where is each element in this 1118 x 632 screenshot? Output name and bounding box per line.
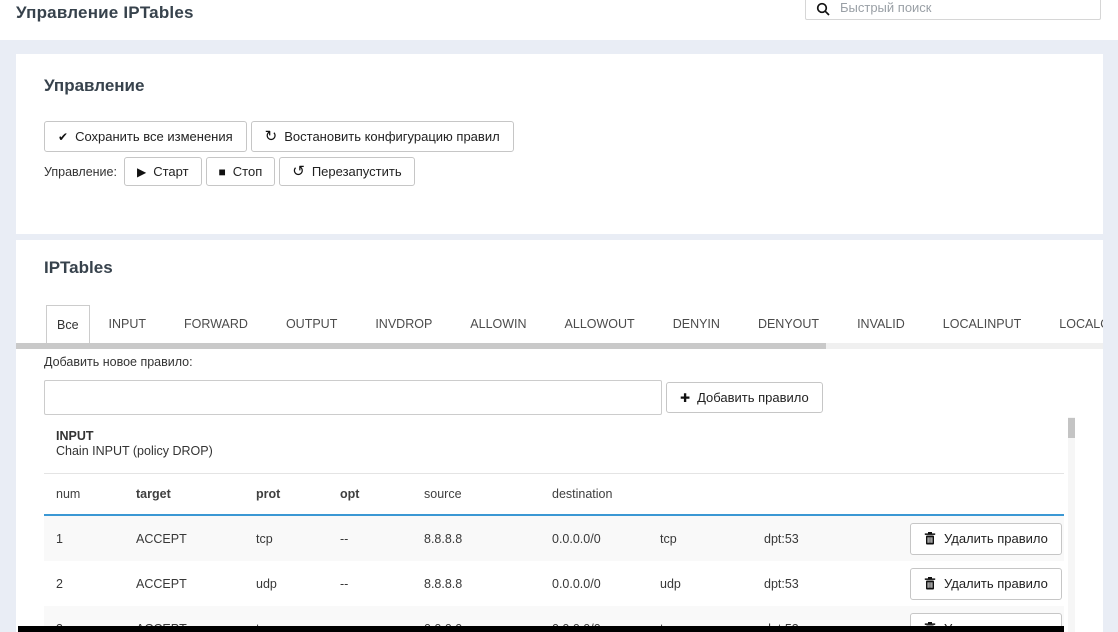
column-header-num: num: [44, 487, 124, 501]
tabs-scrollbar-thumb[interactable]: [16, 343, 826, 349]
restart-label: Перезапустить: [312, 164, 402, 179]
tab-все[interactable]: Все: [46, 305, 90, 343]
restore-config-button[interactable]: ↻ Востановить конфигурацию правил: [251, 121, 514, 152]
save-all-button[interactable]: ✔ Сохранить все изменения: [44, 121, 247, 152]
table-cell: 1: [44, 532, 124, 546]
delete-rule-label: Удалить правило: [944, 531, 1048, 546]
rules-table: numtargetprotoptsourcedestination 1ACCEP…: [44, 473, 1064, 632]
delete-rule-button[interactable]: Удалить правило: [910, 568, 1062, 600]
quick-search[interactable]: [805, 0, 1101, 20]
stop-label: Стоп: [233, 164, 262, 179]
management-actions: ✔ Сохранить все изменения ↻ Востановить …: [44, 121, 514, 152]
iptables-card: IPTables ВсеINPUTFORWARDOUTPUTINVDROPALL…: [16, 240, 1103, 632]
check-icon: ✔: [58, 131, 68, 143]
column-header-prot: prot: [244, 487, 328, 501]
column-header-source: source: [412, 487, 540, 501]
restart-icon: ↺: [292, 164, 305, 179]
trash-icon: [924, 532, 936, 545]
table-cell: 0.0.0.0/0: [540, 532, 648, 546]
add-rule-label: Добавить новое правило:: [44, 355, 193, 369]
table-cell: tcp: [648, 532, 752, 546]
table-cell: dpt:53: [752, 532, 910, 546]
tab-input[interactable]: INPUT: [90, 305, 166, 343]
tab-localinput[interactable]: LOCALINPUT: [924, 305, 1041, 343]
search-input[interactable]: [840, 0, 1090, 16]
tab-allowin[interactable]: ALLOWIN: [451, 305, 545, 343]
table-row: 1ACCEPTtcp--8.8.8.80.0.0.0/0tcpdpt:53Уда…: [44, 516, 1064, 561]
table-cell: --: [328, 577, 412, 591]
new-rule-input[interactable]: [44, 380, 662, 415]
table-scrollbar-track[interactable]: [1068, 417, 1075, 632]
table-cell: ACCEPT: [124, 532, 244, 546]
restart-button[interactable]: ↺ Перезапустить: [279, 157, 414, 186]
management-card-title: Управление: [44, 76, 144, 96]
delete-rule-button[interactable]: Удалить правило: [910, 523, 1062, 555]
column-header-opt: opt: [328, 487, 412, 501]
table-row: 2ACCEPTudp--8.8.8.80.0.0.0/0udpdpt:53Уда…: [44, 561, 1064, 606]
service-controls: Управление: ▶ Старт ■ Стоп ↺ Перезапусти…: [44, 157, 415, 186]
add-rule-button-label: Добавить правило: [697, 390, 809, 405]
save-all-label: Сохранить все изменения: [75, 129, 233, 144]
tab-invdrop[interactable]: INVDROP: [356, 305, 451, 343]
plus-icon: ✚: [680, 392, 690, 404]
start-label: Старт: [153, 164, 188, 179]
tab-localoutput[interactable]: LOCALOUTPUT: [1040, 305, 1103, 343]
table-cell: udp: [244, 577, 328, 591]
trash-icon: [924, 577, 936, 590]
delete-rule-label: Удалить правило: [944, 576, 1048, 591]
tab-forward[interactable]: FORWARD: [165, 305, 267, 343]
tab-invalid[interactable]: INVALID: [838, 305, 924, 343]
chain-name: INPUT: [56, 429, 213, 444]
column-header-destination: destination: [540, 487, 648, 501]
table-cell: tcp: [244, 532, 328, 546]
add-rule-button[interactable]: ✚ Добавить правило: [666, 382, 823, 413]
top-header: Управление IPTables: [0, 0, 1118, 40]
tab-output[interactable]: OUTPUT: [267, 305, 356, 343]
stop-button[interactable]: ■ Стоп: [206, 157, 276, 186]
tabs-scrollbar-track[interactable]: [16, 343, 1103, 349]
table-cell: 0.0.0.0/0: [540, 577, 648, 591]
column-header-target: target: [124, 487, 244, 501]
table-cell: 8.8.8.8: [412, 532, 540, 546]
stop-icon: ■: [219, 166, 226, 178]
table-cell: --: [328, 532, 412, 546]
chain-policy: Chain INPUT (policy DROP): [56, 444, 213, 459]
screen: Управление IPTables Управление ✔ Сохрани…: [0, 0, 1118, 632]
tab-allowout[interactable]: ALLOWOUT: [546, 305, 654, 343]
table-cell: dpt:53: [752, 577, 910, 591]
table-cell: 2: [44, 577, 124, 591]
page-title: Управление IPTables: [16, 3, 194, 23]
chain-tabs: ВсеINPUTFORWARDOUTPUTINVDROPALLOWINALLOW…: [46, 305, 1103, 343]
table-cell: ACCEPT: [124, 577, 244, 591]
refresh-icon: ↻: [265, 129, 278, 144]
table-cell: 8.8.8.8: [412, 577, 540, 591]
table-scrollbar-thumb[interactable]: [1068, 418, 1075, 438]
table-cell-action: Удалить правило: [910, 568, 1070, 600]
start-button[interactable]: ▶ Старт: [124, 157, 202, 186]
management-card: Управление ✔ Сохранить все изменения ↻ В…: [16, 54, 1103, 234]
search-icon: [816, 2, 830, 16]
tab-denyin[interactable]: DENYIN: [654, 305, 739, 343]
restore-config-label: Востановить конфигурацию правил: [284, 129, 499, 144]
chain-header: INPUT Chain INPUT (policy DROP): [56, 429, 213, 459]
rules-table-header: numtargetprotoptsourcedestination: [44, 473, 1064, 516]
iptables-card-title: IPTables: [44, 258, 113, 278]
table-cell: udp: [648, 577, 752, 591]
table-cell-action: Удалить правило: [910, 523, 1070, 555]
screen-cutoff-bar: [18, 626, 1064, 632]
play-icon: ▶: [137, 166, 146, 178]
rules-table-body: 1ACCEPTtcp--8.8.8.80.0.0.0/0tcpdpt:53Уда…: [44, 516, 1064, 632]
tab-denyout[interactable]: DENYOUT: [739, 305, 838, 343]
control-label: Управление:: [44, 165, 117, 179]
